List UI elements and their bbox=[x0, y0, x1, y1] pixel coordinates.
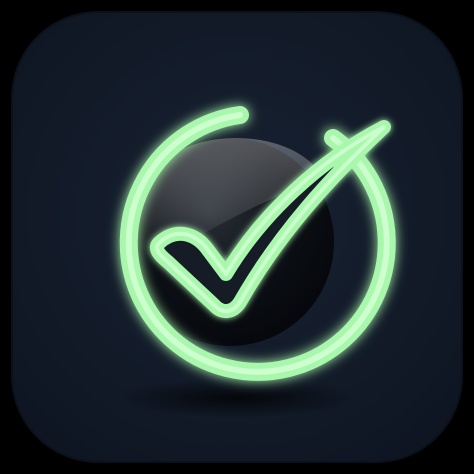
checkmark-app-icon bbox=[0, 0, 474, 474]
checkmark-icon-graphic bbox=[11, 11, 463, 463]
drop-shadow bbox=[117, 378, 357, 418]
